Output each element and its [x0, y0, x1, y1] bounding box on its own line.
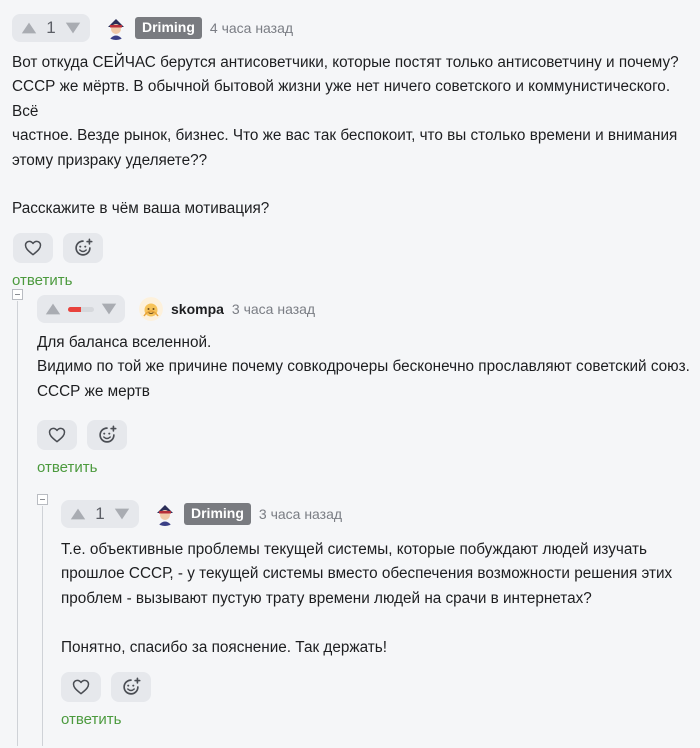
upvote-button[interactable]: [42, 298, 64, 320]
vote-widget: 1: [12, 14, 90, 42]
heart-icon: [23, 238, 43, 258]
triangle-up-icon: [44, 300, 62, 318]
comment-2: skompa 3 часа назад Для баланса вселенно…: [37, 295, 692, 476]
comment-3: 1 Driming 3 часа назад Т.е. объективные …: [61, 500, 692, 728]
comment-actions: [37, 420, 692, 451]
timestamp[interactable]: 4 часа назад: [210, 20, 293, 36]
author-name[interactable]: Driming: [184, 503, 251, 525]
thread-line: [17, 301, 18, 746]
timestamp[interactable]: 3 часа назад: [232, 301, 315, 317]
avatar[interactable]: [104, 16, 128, 40]
comment-header: skompa 3 часа назад: [37, 295, 692, 323]
collapse-thread-button[interactable]: [12, 289, 23, 300]
user-avatar-icon: [104, 16, 128, 40]
smiley-plus-icon: [120, 676, 142, 698]
reply-link[interactable]: ответить: [61, 711, 692, 728]
comment-text: Для баланса вселенной. Видимо по той же …: [37, 334, 690, 400]
vote-widget: 1: [61, 500, 139, 528]
triangle-down-icon: [64, 19, 82, 37]
reply-link[interactable]: ответить: [12, 272, 692, 289]
avatar[interactable]: [139, 297, 163, 321]
triangle-up-icon: [69, 505, 87, 523]
rating-bar: [68, 306, 94, 312]
upvote-button[interactable]: [67, 503, 89, 525]
vote-count: 1: [46, 18, 56, 37]
collapse-thread-button[interactable]: [37, 494, 48, 505]
like-button[interactable]: [13, 232, 53, 263]
react-button[interactable]: [111, 672, 151, 703]
triangle-down-icon: [100, 300, 118, 318]
heart-icon: [47, 425, 67, 445]
react-button[interactable]: [87, 420, 127, 451]
comment-header: 1 Driming 4 часа назад: [12, 14, 692, 42]
reply-link[interactable]: ответить: [37, 459, 692, 476]
vote-count: 1: [95, 504, 105, 523]
upvote-button[interactable]: [18, 17, 40, 39]
like-button[interactable]: [37, 420, 77, 451]
user-avatar-icon: [139, 297, 163, 321]
user-avatar-icon: [153, 502, 177, 526]
smiley-plus-icon: [72, 237, 94, 259]
downvote-button[interactable]: [98, 298, 120, 320]
timestamp[interactable]: 3 часа назад: [259, 506, 342, 522]
triangle-down-icon: [113, 505, 131, 523]
heart-icon: [71, 677, 91, 697]
downvote-button[interactable]: [62, 17, 84, 39]
comment-actions: [61, 672, 692, 703]
author-name[interactable]: Driming: [135, 17, 202, 39]
triangle-up-icon: [20, 19, 38, 37]
comment-header: 1 Driming 3 часа назад: [61, 500, 692, 528]
comment-1: 1 Driming 4 часа назад Вот откуда СЕЙЧАС…: [12, 14, 692, 289]
avatar[interactable]: [153, 502, 177, 526]
downvote-button[interactable]: [111, 503, 133, 525]
like-button[interactable]: [61, 672, 101, 703]
comment-text: Вот откуда СЕЙЧАС берутся антисоветчики,…: [12, 54, 679, 218]
comment-text: Т.е. объективные проблемы текущей систем…: [61, 541, 673, 656]
vote-widget: [37, 295, 125, 323]
comment-actions: [13, 232, 692, 263]
react-button[interactable]: [63, 232, 103, 263]
author-name[interactable]: skompa: [171, 301, 224, 317]
thread-line: [42, 506, 43, 746]
smiley-plus-icon: [96, 424, 118, 446]
